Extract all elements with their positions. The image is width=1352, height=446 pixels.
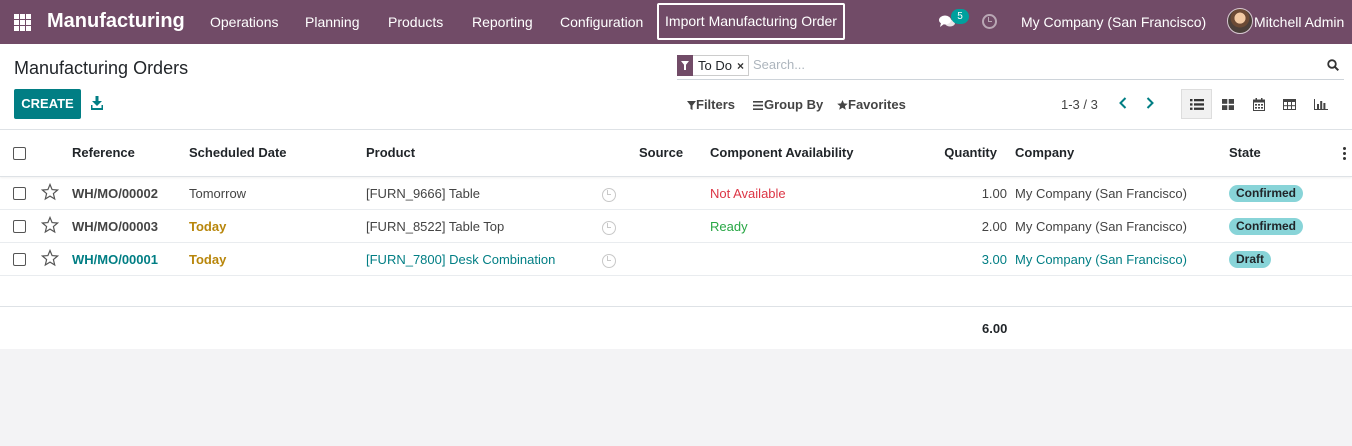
header-source[interactable]: Source [639, 145, 683, 160]
search-input[interactable] [753, 57, 1313, 72]
page-title: Manufacturing Orders [14, 58, 189, 78]
calendar-view-icon [1252, 97, 1265, 111]
header-scheduled-date[interactable]: Scheduled Date [189, 145, 287, 160]
table-row[interactable]: WH/MO/00001 Today [FURN_7800] Desk Combi… [0, 243, 1352, 276]
select-all-checkbox[interactable] [13, 147, 26, 160]
row-component-availability: Not Available [710, 186, 786, 201]
control-panel: Manufacturing Orders CREATE To Do × Filt… [0, 44, 1352, 130]
row-scheduled-date: Today [189, 252, 227, 267]
filters-label: Filters [696, 97, 736, 112]
quantity-total: 6.00 [982, 321, 1008, 336]
user-avatar[interactable] [1227, 8, 1253, 34]
table-footer-divider [0, 306, 1352, 307]
row-checkbox[interactable] [13, 187, 26, 200]
row-scheduled-date: Today [189, 219, 227, 234]
pager-next-icon[interactable] [1143, 94, 1157, 112]
list-view-icon [1189, 98, 1204, 110]
calendar-view-button[interactable] [1243, 89, 1274, 119]
row-product: [FURN_7800] Desk Combination [366, 252, 556, 267]
row-reference: WH/MO/00001 [72, 252, 158, 267]
bars-icon [753, 101, 763, 110]
groupby-dropdown[interactable]: Group By [753, 97, 823, 112]
header-reference[interactable]: Reference [72, 145, 135, 160]
groupby-label: Group By [764, 97, 824, 112]
view-switcher [1181, 89, 1336, 119]
star-filled-icon [837, 100, 848, 110]
kanban-view-button[interactable] [1212, 89, 1243, 119]
facet-label: To Do [698, 58, 732, 73]
company-switcher[interactable]: My Company (San Francisco) [1021, 14, 1206, 30]
user-menu[interactable]: Mitchell Admin [1254, 14, 1344, 30]
facet-remove-icon[interactable]: × [737, 59, 748, 73]
table-row[interactable]: WH/MO/00003 Today [FURN_8522] Table Top … [0, 210, 1352, 243]
filter-facet[interactable]: To Do × [677, 54, 749, 76]
row-company: My Company (San Francisco) [1015, 219, 1187, 234]
row-product: [FURN_9666] Table [366, 186, 480, 201]
row-reference: WH/MO/00003 [72, 219, 158, 234]
row-company: My Company (San Francisco) [1015, 186, 1187, 201]
pager-value[interactable]: 1-3 / 3 [1061, 97, 1098, 112]
pager-previous-icon[interactable] [1116, 94, 1130, 112]
optional-columns-icon[interactable] [1343, 147, 1347, 160]
activity-clock-icon[interactable] [602, 221, 616, 235]
row-company: My Company (San Francisco) [1015, 252, 1187, 267]
header-quantity[interactable]: Quantity [930, 145, 997, 160]
favorites-dropdown[interactable]: Favorites [837, 97, 906, 112]
import-manufacturing-order-button[interactable]: Import Manufacturing Order [657, 3, 845, 40]
filters-dropdown[interactable]: Filters [687, 97, 735, 112]
status-badge: Confirmed [1229, 218, 1303, 235]
app-brand[interactable]: Manufacturing [47, 10, 185, 33]
row-component-availability: Ready [710, 219, 748, 234]
apps-menu-icon[interactable] [14, 14, 31, 31]
kanban-view-icon [1221, 98, 1234, 110]
filter-funnel-icon [677, 54, 693, 76]
menu-configuration[interactable]: Configuration [560, 14, 643, 30]
graph-view-button[interactable] [1305, 89, 1336, 119]
table-row[interactable]: WH/MO/00002 Tomorrow [FURN_9666] Table N… [0, 177, 1352, 210]
row-checkbox[interactable] [13, 220, 26, 233]
row-scheduled-date: Tomorrow [189, 186, 247, 201]
message-count-badge: 5 [951, 9, 969, 24]
graph-view-icon [1313, 98, 1328, 110]
list-table: Reference Scheduled Date Product Source … [0, 130, 1352, 349]
list-view-button[interactable] [1181, 89, 1212, 119]
row-quantity: 1.00 [981, 186, 1007, 201]
header-company[interactable]: Company [1015, 145, 1074, 160]
menu-planning[interactable]: Planning [305, 14, 360, 30]
header-state[interactable]: State [1229, 145, 1261, 160]
row-checkbox[interactable] [13, 253, 26, 266]
status-badge: Confirmed [1229, 185, 1303, 202]
pivot-view-icon [1283, 98, 1296, 110]
menu-operations[interactable]: Operations [210, 14, 278, 30]
download-icon[interactable] [91, 96, 103, 110]
search-bar: To Do × [677, 54, 1344, 80]
priority-star-icon[interactable] [41, 249, 59, 267]
row-product: [FURN_8522] Table Top [366, 219, 505, 234]
search-icon[interactable] [1327, 59, 1339, 71]
create-button[interactable]: CREATE [14, 89, 81, 119]
menu-products[interactable]: Products [388, 14, 443, 30]
pivot-view-button[interactable] [1274, 89, 1305, 119]
funnel-icon [687, 101, 696, 110]
row-quantity: 3.00 [981, 252, 1007, 267]
status-badge: Draft [1229, 251, 1272, 268]
header-product[interactable]: Product [366, 145, 415, 160]
favorites-label: Favorites [848, 97, 906, 112]
activity-clock-icon[interactable] [602, 254, 616, 268]
priority-star-icon[interactable] [41, 216, 59, 234]
row-quantity: 2.00 [981, 219, 1007, 234]
priority-star-icon[interactable] [41, 183, 59, 201]
header-component-availability[interactable]: Component Availability [710, 145, 854, 160]
activity-clock-icon[interactable] [982, 14, 997, 29]
activity-clock-icon[interactable] [602, 188, 616, 202]
table-header: Reference Scheduled Date Product Source … [0, 130, 1352, 177]
top-navbar: Manufacturing Operations Planning Produc… [0, 0, 1352, 44]
row-reference: WH/MO/00002 [72, 186, 158, 201]
menu-reporting[interactable]: Reporting [472, 14, 533, 30]
